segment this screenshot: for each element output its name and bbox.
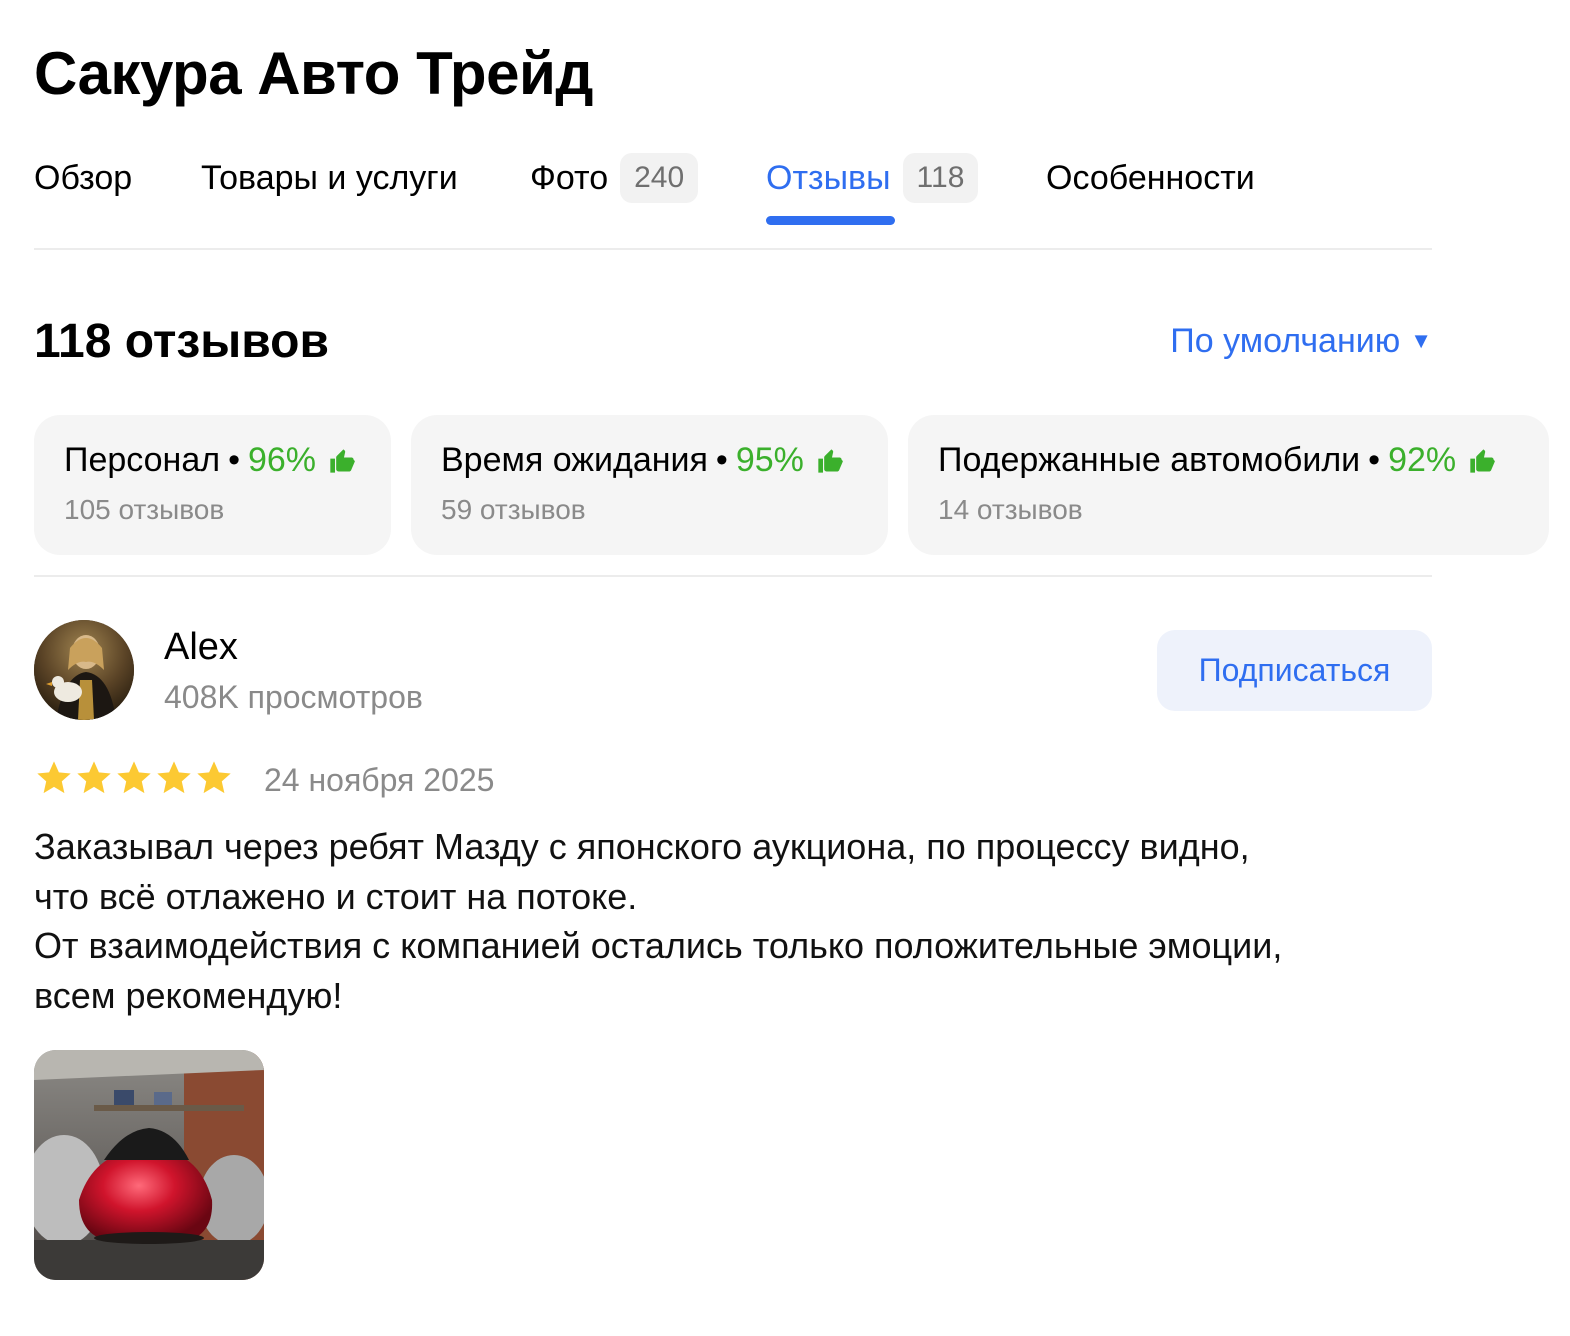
separator-dot: • <box>228 441 240 479</box>
company-title: Сакура Авто Трейд <box>34 40 593 107</box>
review-text-line: Заказывал через ребят Мазду с японского … <box>34 826 1250 867</box>
star-icon <box>117 761 151 794</box>
aspect-chip-staff[interactable]: Персонал • 96% 105 отзывов <box>34 415 391 555</box>
tab-reviews[interactable]: Отзывы 118 <box>766 150 979 206</box>
aspect-percent: 96% <box>247 441 317 479</box>
thumbs-up-icon <box>330 448 355 473</box>
tab-features[interactable]: Особенности <box>1046 150 1255 206</box>
avatar[interactable] <box>34 620 134 720</box>
author-views: 408K просмотров <box>164 679 423 715</box>
aspect-chip-waiting-time[interactable]: Время ожидания • 95% 59 отзывов <box>411 415 888 555</box>
aspect-name: Подержанные автомобили <box>938 441 1361 479</box>
review-text-line: От взаимодействия с компанией остались т… <box>34 925 1283 966</box>
aspect-review-count: 14 отзывов <box>938 494 1083 525</box>
tab-label: Товары и услуги <box>201 158 458 197</box>
separator-dot: • <box>715 441 728 479</box>
subscribe-button[interactable]: Подписаться <box>1157 630 1432 711</box>
tab-label: Отзывы <box>766 158 891 197</box>
star-icon <box>77 761 111 794</box>
tab-overview[interactable]: Обзор <box>34 150 132 206</box>
aspect-chip-used-cars[interactable]: Подержанные автомобили • 92% 14 отзывов <box>908 415 1549 555</box>
star-rating <box>34 758 234 798</box>
tab-photos[interactable]: Фото 240 <box>530 150 699 206</box>
aspect-review-count: 59 отзывов <box>441 494 586 525</box>
thumbs-up-icon <box>1470 448 1495 473</box>
review-photo-image <box>34 1050 264 1280</box>
caret-down-icon: ▼ <box>1410 328 1432 353</box>
aspect-name: Время ожидания <box>441 441 708 479</box>
review-date: 24 ноября 2025 <box>264 762 495 798</box>
sort-label: По умолчанию <box>1170 322 1401 360</box>
active-tab-indicator <box>766 216 895 225</box>
review-photo[interactable] <box>34 1050 264 1280</box>
author-name[interactable]: Alex <box>164 624 238 670</box>
avatar-image <box>34 620 134 720</box>
tab-label: Особенности <box>1046 158 1255 197</box>
tab-products-services[interactable]: Товары и услуги <box>201 150 458 206</box>
separator-dot: • <box>1368 441 1381 479</box>
star-icon <box>157 761 191 794</box>
tabs-divider <box>34 248 1432 250</box>
review-text-line: что всё отлажено и стоит на потоке. <box>34 875 638 917</box>
aspect-percent: 92% <box>1388 441 1457 479</box>
aspect-review-count: 105 отзывов <box>64 494 225 525</box>
sort-dropdown[interactable]: По умолчанию ▼ <box>1170 318 1432 364</box>
aspect-percent: 95% <box>735 441 804 479</box>
tab-label: Фото <box>530 158 609 197</box>
star-icon <box>197 761 231 794</box>
tab-bar: Обзор Товары и услуги Фото 240 Отзывы 11… <box>34 150 1434 230</box>
reviews-heading: 118 отзывов <box>34 315 329 368</box>
thumbs-up-icon <box>818 448 843 473</box>
star-icon <box>37 761 71 794</box>
tab-count-badge: 118 <box>902 153 979 203</box>
tab-label: Обзор <box>34 158 133 197</box>
review-text: Заказывал через ребят Мазду с японского … <box>34 822 1454 1020</box>
aspects-divider <box>34 575 1432 577</box>
aspect-name: Персонал <box>64 441 221 479</box>
review-text-line: всем рекомендую! <box>34 974 343 1016</box>
tab-count-badge: 240 <box>620 153 699 203</box>
